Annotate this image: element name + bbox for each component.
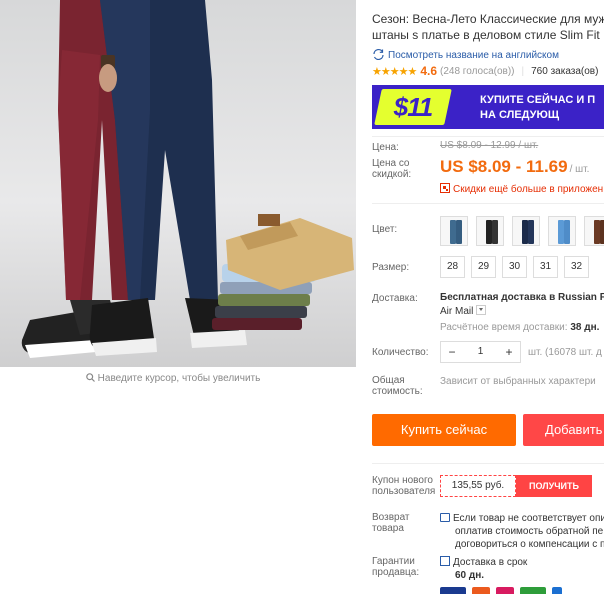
- visa-icon: [440, 587, 466, 594]
- quantity-minus-button[interactable]: −: [441, 342, 463, 362]
- quantity-plus-button[interactable]: +: [498, 342, 520, 362]
- orders-count: 760 заказа(ов): [531, 65, 599, 77]
- price-unit: / шт.: [569, 164, 590, 175]
- color-swatch-steel-blue[interactable]: [440, 216, 468, 246]
- qr-code-icon: [440, 183, 450, 193]
- returns-line3: договориться о компенсации с п: [455, 539, 604, 550]
- returns-line1: Если товар не соответствует опи: [440, 512, 604, 525]
- guarantee-info: Доставка в срок 60 дн.: [440, 556, 527, 582]
- product-title: Сезон: Весна-Лето Классические для муж ш…: [372, 11, 604, 43]
- quantity-label: Количество:: [372, 347, 429, 358]
- size-label: Размер:: [372, 262, 410, 273]
- product-title-line1: Сезон: Весна-Лето Классические для муж: [372, 12, 604, 26]
- color-swatches: [440, 216, 604, 246]
- stock-info: шт. (16078 шт. д: [528, 347, 602, 358]
- divider: [372, 463, 604, 464]
- old-price: US $8.09 - 12.99 / шт.: [440, 140, 539, 151]
- divider: [372, 203, 604, 204]
- shipping-eta-label: Расчётное время доставки:: [440, 322, 568, 333]
- rating-value: 4.6: [420, 64, 437, 78]
- rating-stars-icon: ★★★★★: [372, 65, 417, 78]
- color-swatch-light-blue[interactable]: [548, 216, 576, 246]
- sale-price-value: US $8.09 - 11.69: [440, 157, 568, 176]
- zoom-hint-text: Наведите курсор, чтобы увеличить: [97, 373, 261, 384]
- size-option[interactable]: 30: [502, 256, 527, 278]
- shipping-eta: Расчётное время доставки: 38 дн.: [440, 322, 599, 333]
- promo-text-line1: КУПИТЕ СЕЙЧАС И П: [480, 94, 596, 106]
- size-option[interactable]: 28: [440, 256, 465, 278]
- app-discount-link[interactable]: Скидки ещё больше в приложен: [440, 183, 603, 195]
- zoom-hint: Наведите курсор, чтобы увеличить: [0, 373, 346, 384]
- product-photo-illustration: [21, 0, 354, 358]
- translate-icon: [373, 48, 384, 61]
- add-to-cart-button[interactable]: Добавить: [523, 414, 604, 446]
- sale-price: US $8.09 - 11.69/ шт.: [440, 157, 589, 177]
- magnifier-icon: [85, 373, 95, 382]
- shipping-label: Доставка:: [372, 293, 418, 304]
- divider: [372, 136, 604, 137]
- guarantee-line2: 60 дн.: [455, 570, 485, 581]
- promo-price: $11: [393, 92, 433, 122]
- rating-votes[interactable]: (248 голоса(ов)): [440, 66, 515, 77]
- color-label: Цвет:: [372, 224, 398, 235]
- size-option[interactable]: 29: [471, 256, 496, 278]
- shipping-method: Air Mail: [440, 306, 474, 317]
- color-swatch-black[interactable]: [476, 216, 504, 246]
- shipping-title: Бесплатная доставка в Russian Fe: [440, 292, 604, 303]
- returns-info: Если товар не соответствует опи оплатив …: [440, 512, 604, 551]
- get-coupon-button[interactable]: ПОЛУЧИТЬ: [516, 475, 592, 497]
- product-title-line2: штаны s платье в деловом стиле Slim Fit: [372, 28, 600, 42]
- total-label: Общая стоимость:: [372, 375, 423, 397]
- returns-label: Возврат товара: [372, 512, 410, 534]
- returns-line1-text: Если товар не соответствует опи: [453, 513, 604, 524]
- color-swatch-navy[interactable]: [512, 216, 540, 246]
- product-gallery: Наведите курсор, чтобы увеличить: [0, 0, 356, 594]
- color-swatch-brown[interactable]: [584, 216, 604, 246]
- shipping-method-select[interactable]: Air Mail: [440, 305, 487, 317]
- app-discount-text: Скидки ещё больше в приложен: [453, 184, 604, 195]
- coupon-amount: 135,55 руб.: [440, 475, 516, 497]
- payment-icons: [440, 587, 562, 594]
- total-value: Зависит от выбранных характери: [440, 376, 596, 387]
- shield-icon: [440, 513, 450, 522]
- size-option[interactable]: 31: [533, 256, 558, 278]
- quantity-stepper: − 1 +: [440, 341, 521, 363]
- rating-separator: |: [521, 65, 525, 77]
- price-label: Цена:: [372, 142, 399, 153]
- maestro-icon: [496, 587, 514, 594]
- coupon-label: Купон нового пользователя: [372, 475, 436, 497]
- returns-line2: оплатив стоимость обратной пе: [455, 526, 604, 537]
- translate-link-text: Посмотреть название на английском: [388, 50, 559, 61]
- clock-icon: [440, 556, 450, 566]
- guarantee-label: Гарантии продавца:: [372, 556, 420, 578]
- payment-more-icon: [552, 587, 562, 594]
- buy-now-button[interactable]: Купить сейчас: [372, 414, 516, 446]
- promo-text-line2: НА СЛЕДУЮЩ: [480, 109, 560, 121]
- shipping-eta-value: 38 дн.: [570, 322, 600, 333]
- translate-title-link[interactable]: Посмотреть название на английском: [372, 48, 559, 61]
- promo-banner[interactable]: $11 КУПИТЕ СЕЙЧАС И П НА СЛЕДУЮЩ: [372, 85, 604, 129]
- promo-text: КУПИТЕ СЕЙЧАС И П НА СЛЕДУЮЩ: [480, 93, 595, 123]
- guarantee-line1: Доставка в срок: [440, 556, 527, 569]
- chevron-down-icon: [476, 305, 487, 315]
- product-main-image[interactable]: [0, 0, 356, 367]
- guarantee-line1-text: Доставка в срок: [453, 557, 528, 568]
- discount-price-label: Цена со скидкой:: [372, 158, 412, 180]
- quantity-input[interactable]: 1: [463, 342, 498, 362]
- mir-icon: [520, 587, 546, 594]
- product-info-panel: Сезон: Весна-Лето Классические для муж ш…: [372, 0, 604, 594]
- size-options: 28 29 30 31 32: [440, 256, 589, 278]
- mastercard-icon: [472, 587, 490, 594]
- promo-price-tag: $11: [374, 89, 452, 125]
- rating-row: ★★★★★ 4.6 (248 голоса(ов)) | 760 заказа(…: [372, 64, 598, 78]
- size-option[interactable]: 32: [564, 256, 589, 278]
